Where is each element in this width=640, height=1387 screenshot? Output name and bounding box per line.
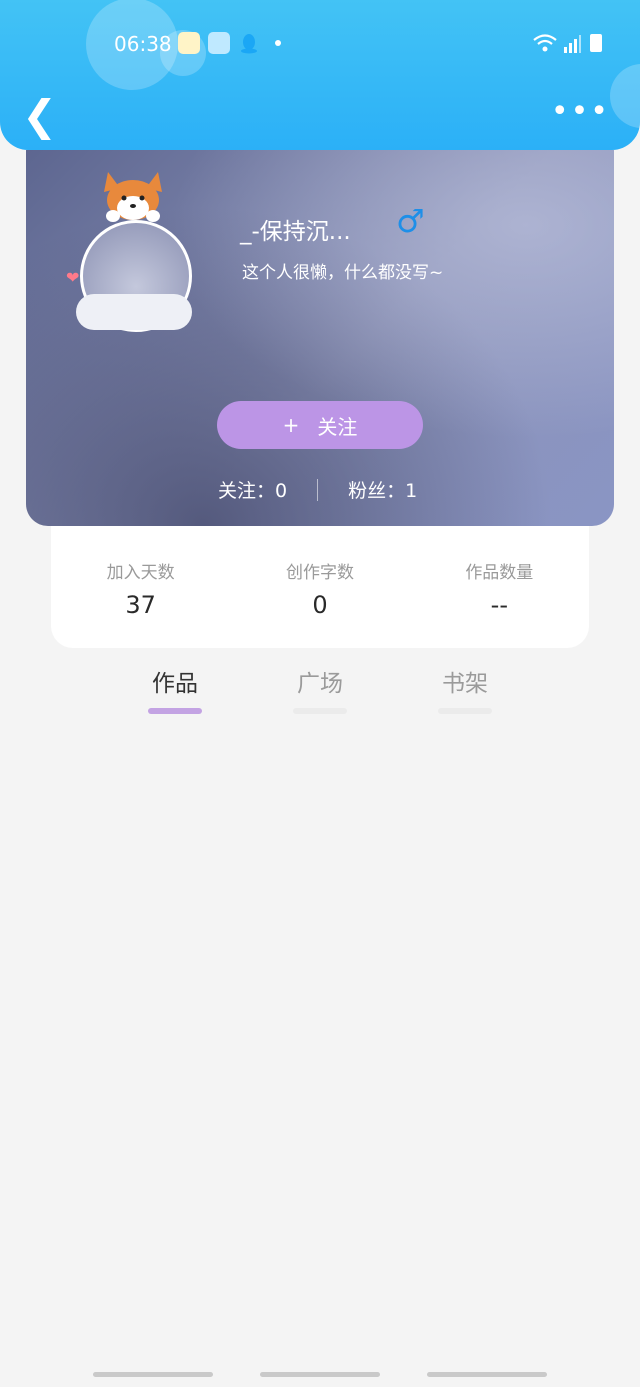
follow-label: 关注 — [317, 414, 358, 439]
status-time: 06:38 — [114, 32, 172, 56]
nav-bar-pill[interactable] — [260, 1372, 380, 1377]
more-options-button[interactable]: ••• — [551, 97, 610, 127]
stat-value: 0 — [312, 591, 328, 619]
follow-button[interactable]: + 关注 — [217, 401, 423, 449]
male-gender-icon: ♂ — [396, 202, 425, 240]
tab-indicator — [438, 708, 492, 714]
stat-word-count: 创作字数 0 — [230, 526, 409, 648]
tab-label: 作品 — [152, 671, 198, 697]
stat-label: 加入天数 — [106, 563, 175, 583]
corgi-frame-icon — [104, 172, 162, 222]
wifi-icon — [532, 32, 558, 58]
tab-bookshelf[interactable]: 书架 — [430, 664, 500, 714]
notification-app-icon — [178, 32, 200, 54]
cloud-decoration — [76, 294, 192, 330]
content-tabs: 作品 广场 书架 — [0, 664, 640, 724]
tab-works[interactable]: 作品 — [140, 664, 210, 714]
nav-bar-pill[interactable] — [93, 1372, 213, 1377]
stat-works-count: 作品数量 -- — [410, 526, 589, 648]
battery-icon — [590, 34, 602, 52]
tab-label: 书架 — [442, 671, 488, 697]
stat-label: 创作字数 — [285, 563, 354, 583]
username: _-保持沉... — [240, 219, 351, 245]
heart-icon: ❤ — [66, 268, 80, 287]
following-count[interactable]: 关注：0 — [218, 476, 287, 503]
avatar[interactable]: ❤ — [66, 164, 198, 334]
stats-panel: 加入天数 37 创作字数 0 作品数量 -- — [51, 526, 589, 648]
app-header: 06:38 ❮ ••• — [0, 0, 640, 150]
follow-counts: 关注：0 粉丝：1 — [218, 476, 417, 503]
nav-bar-pill[interactable] — [427, 1372, 547, 1377]
stat-value: -- — [490, 591, 508, 619]
profile-card: ❤ _-保持沉... ♂ 这个人很懒，什么都没写~ + 关注 关注：0 粉丝：1 — [26, 150, 614, 526]
plus-icon: + — [282, 413, 300, 437]
stat-join-days: 加入天数 37 — [51, 526, 230, 648]
stat-value: 37 — [125, 591, 156, 619]
stat-label: 作品数量 — [465, 563, 534, 583]
tab-indicator — [293, 708, 347, 714]
back-button[interactable]: ❮ — [22, 95, 57, 137]
bio-text: 这个人很懒，什么都没写~ — [242, 263, 444, 283]
decor-bubble — [610, 64, 640, 128]
divider — [317, 478, 319, 501]
qq-icon — [238, 32, 260, 54]
notification-app-icon — [208, 32, 230, 54]
tab-indicator — [148, 708, 202, 714]
signal-icon — [562, 32, 582, 58]
notification-dot-icon — [275, 40, 281, 46]
tab-square[interactable]: 广场 — [285, 664, 355, 714]
tab-label: 广场 — [297, 671, 343, 697]
fans-count[interactable]: 粉丝：1 — [348, 476, 417, 503]
